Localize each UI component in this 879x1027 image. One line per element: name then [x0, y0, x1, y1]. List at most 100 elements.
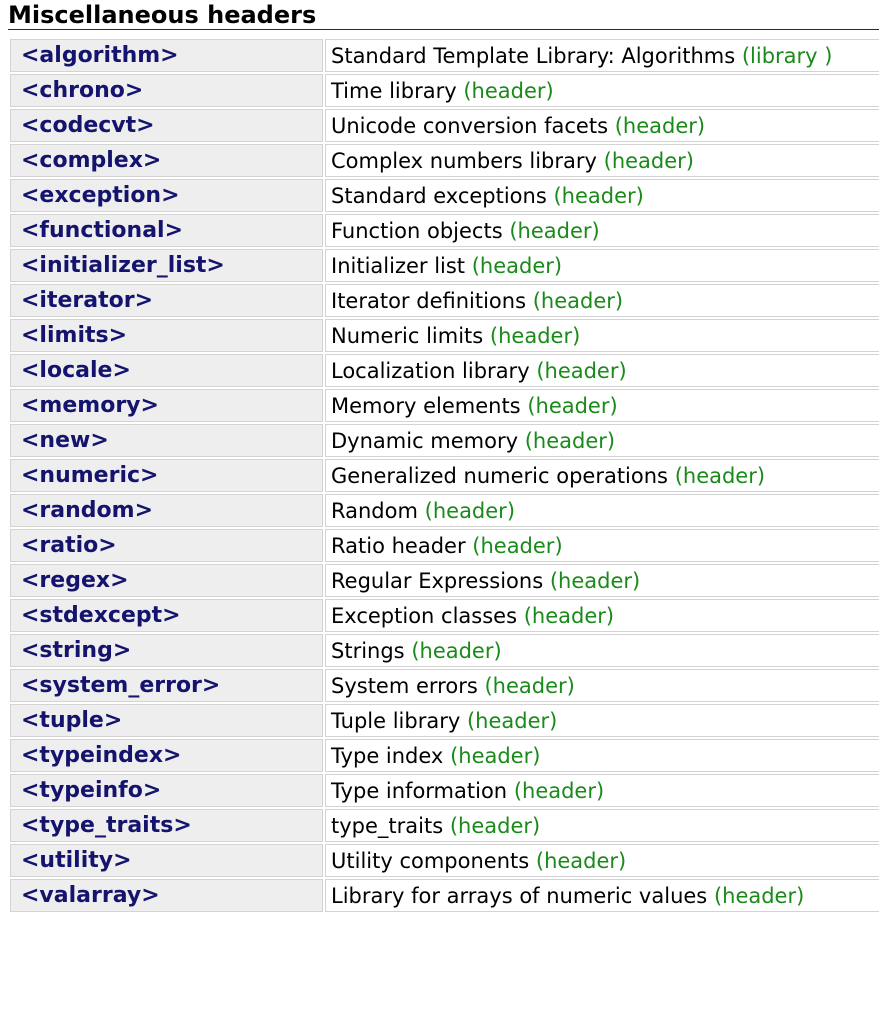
header-kind-label: (header) — [513, 778, 605, 803]
header-kind-label: (header) — [424, 498, 516, 523]
description-text-group: Time library (header) — [326, 79, 554, 103]
description-text-group: Exception classes (header) — [326, 604, 614, 628]
header-description: Utility components — [331, 848, 530, 873]
header-kind-label: (header) — [484, 673, 575, 698]
header-link[interactable]: <type_traits> — [11, 813, 322, 838]
header-description-cell: Function objects (header) — [325, 214, 879, 247]
header-kind-label: (header) — [450, 743, 541, 768]
header-kind-label: (header) — [523, 603, 615, 628]
header-description-cell: Unicode conversion facets (header) — [325, 109, 879, 142]
header-description-cell: System errors (header) — [325, 669, 879, 702]
header-link[interactable]: <exception> — [11, 183, 322, 208]
description-text-group: Strings (header) — [326, 639, 502, 663]
header-name-cell: <ratio> — [10, 529, 323, 562]
header-description-cell: Complex numbers library (header) — [325, 144, 879, 177]
header-link[interactable]: <typeindex> — [11, 743, 322, 768]
table-row: <stdexcept> Exception classes (header) — [10, 599, 879, 632]
header-kind-label: (header) — [614, 113, 706, 138]
header-kind-label: (header) — [471, 253, 563, 278]
header-link[interactable]: <locale> — [11, 358, 322, 383]
description-text-group: Memory elements (header) — [326, 394, 618, 418]
header-description-cell: Standard Template Library: Algorithms (l… — [325, 39, 879, 72]
description-text-group: Unicode conversion facets (header) — [326, 114, 705, 138]
header-link[interactable]: <memory> — [11, 393, 322, 418]
header-link[interactable]: <new> — [11, 428, 322, 453]
header-link[interactable]: <numeric> — [11, 463, 322, 488]
table-row: <codecvt> Unicode conversion facets (head… — [10, 109, 879, 142]
header-description-cell: Localization library (header) — [325, 354, 879, 387]
header-name-cell: <numeric> — [10, 459, 323, 492]
header-name-cell: <memory> — [10, 389, 323, 422]
header-name-cell: <chrono> — [10, 74, 323, 107]
header-kind-label: (header) — [411, 638, 502, 663]
header-description-cell: Type index (header) — [325, 739, 879, 772]
header-kind-label: (header) — [603, 148, 694, 173]
table-row: <initializer_list> Initializer list (head… — [10, 249, 879, 282]
header-description-cell: Exception classes (header) — [325, 599, 879, 632]
header-link[interactable]: <algorithm> — [11, 43, 322, 68]
header-name-cell: <regex> — [10, 564, 323, 597]
header-name-cell: <utility> — [10, 844, 323, 877]
header-link[interactable]: <stdexcept> — [11, 603, 322, 628]
header-kind-label: (library ) — [741, 43, 833, 68]
header-kind-label: (header) — [509, 218, 600, 243]
header-link[interactable]: <regex> — [11, 568, 322, 593]
header-description: Type information — [331, 778, 508, 803]
header-description: Function objects — [331, 218, 503, 243]
header-name-cell: <functional> — [10, 214, 323, 247]
header-description: Standard Template Library: Algorithms — [331, 43, 736, 68]
header-link[interactable]: <random> — [11, 498, 322, 523]
header-link[interactable]: <limits> — [11, 323, 322, 348]
header-kind-label: (header) — [553, 183, 644, 208]
table-row: <functional> Function objects (header) — [10, 214, 879, 247]
description-text-group: type_traits (header) — [326, 814, 540, 838]
header-name-cell: <tuple> — [10, 704, 323, 737]
header-description: Dynamic memory — [331, 428, 519, 453]
description-text-group: Utility components (header) — [326, 849, 626, 873]
description-text-group: Iterator definitions (header) — [326, 289, 623, 313]
table-row: <typeinfo> Type information (header) — [10, 774, 879, 807]
header-description: Standard exceptions — [331, 183, 547, 208]
header-link[interactable]: <functional> — [11, 218, 322, 243]
table-row: <tuple> Tuple library (header) — [10, 704, 879, 737]
header-link[interactable]: <valarray> — [11, 883, 322, 908]
header-kind-label: (header) — [527, 393, 618, 418]
table-row: <type_traits> type_traits (header) — [10, 809, 879, 842]
header-name-cell: <typeinfo> — [10, 774, 323, 807]
header-link[interactable]: <typeinfo> — [11, 778, 322, 803]
header-description: Exception classes — [331, 603, 518, 628]
description-text-group: Ratio header (header) — [326, 534, 563, 558]
table-row: <chrono> Time library (header) — [10, 74, 879, 107]
table-row: <valarray> Library for arrays of numeric … — [10, 879, 879, 912]
description-text-group: Generalized numeric operations (header) — [326, 464, 765, 488]
header-link[interactable]: <tuple> — [11, 708, 322, 733]
header-name-cell: <exception> — [10, 179, 323, 212]
header-kind-label: (header) — [549, 568, 641, 593]
header-link[interactable]: <complex> — [11, 148, 322, 173]
header-link[interactable]: <system_error> — [11, 673, 322, 698]
header-description: Regular Expressions — [331, 568, 544, 593]
header-description-cell: Random (header) — [325, 494, 879, 527]
header-name-cell: <typeindex> — [10, 739, 323, 772]
header-link[interactable]: <iterator> — [11, 288, 322, 313]
table-row: <limits> Numeric limits (header) — [10, 319, 879, 352]
header-name-cell: <stdexcept> — [10, 599, 323, 632]
header-link[interactable]: <initializer_list> — [11, 253, 322, 278]
header-description-cell: Tuple library (header) — [325, 704, 879, 737]
table-row: <algorithm> Standard Template Library: Al… — [10, 39, 879, 72]
table-row: <iterator> Iterator definitions (header) — [10, 284, 879, 317]
header-description-cell: Ratio header (header) — [325, 529, 879, 562]
header-link[interactable]: <ratio> — [11, 533, 322, 558]
header-link[interactable]: <utility> — [11, 848, 322, 873]
header-link[interactable]: <codecvt> — [11, 113, 322, 138]
header-link[interactable]: <string> — [11, 638, 322, 663]
header-description-cell: Utility components (header) — [325, 844, 879, 877]
header-description: Random — [331, 498, 418, 523]
header-link[interactable]: <chrono> — [11, 78, 322, 103]
header-name-cell: <iterator> — [10, 284, 323, 317]
description-text-group: Random (header) — [326, 499, 515, 523]
description-text-group: Standard exceptions (header) — [326, 184, 644, 208]
header-name-cell: <complex> — [10, 144, 323, 177]
header-description: Tuple library — [331, 708, 461, 733]
header-description: Strings — [331, 638, 405, 663]
